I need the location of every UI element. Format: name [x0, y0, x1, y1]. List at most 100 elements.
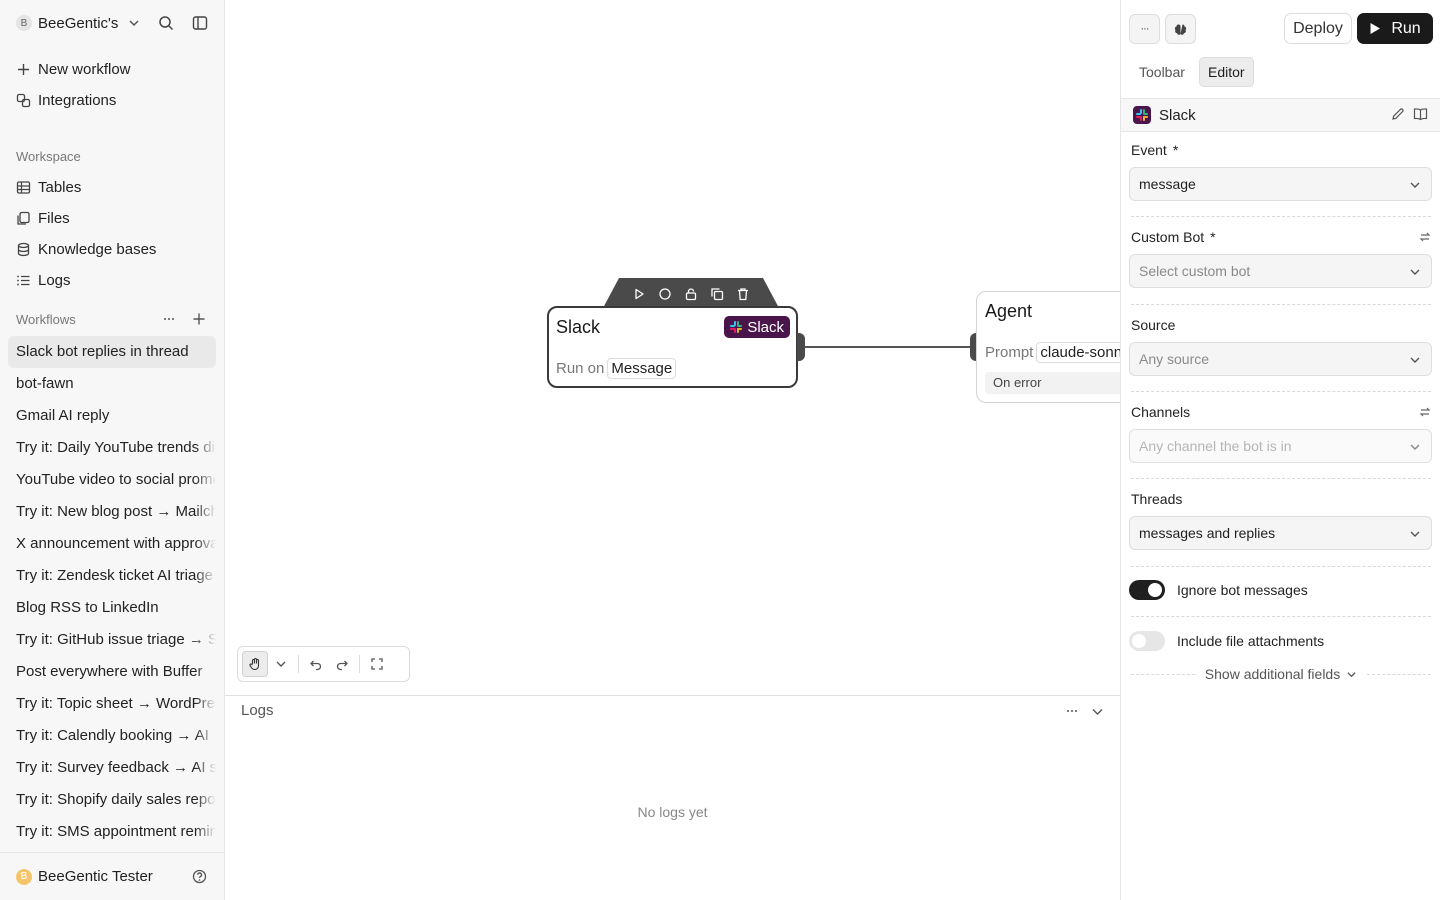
- workflow-item-active[interactable]: Slack bot replies in thread: [8, 336, 216, 368]
- workflow-item[interactable]: Try it: New blog post → Mailchimp: [8, 496, 216, 528]
- source-placeholder: Any source: [1139, 351, 1210, 367]
- sidebar-item-logs[interactable]: Logs: [16, 270, 71, 290]
- play-icon[interactable]: [632, 287, 646, 301]
- canvas-controls: [237, 646, 410, 682]
- sidebar: B BeeGentic's New workflow Integrations …: [0, 0, 225, 900]
- workflow-item[interactable]: Gmail AI reply: [8, 400, 216, 432]
- swap-mode-icon[interactable]: [1419, 406, 1431, 418]
- integrations-label: Integrations: [38, 91, 117, 109]
- agent-node[interactable]: Agent Prompt claude-sonnet On error: [976, 291, 1120, 403]
- slack-badge-label: Slack: [747, 318, 784, 336]
- help-icon[interactable]: [192, 869, 207, 884]
- duplicate-icon[interactable]: [710, 287, 724, 301]
- trash-icon[interactable]: [736, 287, 750, 301]
- workflow-item[interactable]: Try it: Zendesk ticket AI triage: [8, 560, 216, 592]
- workflow-item[interactable]: Try it: Daily YouTube trends digest: [8, 432, 216, 464]
- workflow-item[interactable]: Try it: Survey feedback → AI summary: [8, 752, 216, 784]
- logs-panel: Logs No logs yet: [225, 695, 1120, 900]
- source-label: Source: [1131, 317, 1176, 333]
- logs-title: Logs: [241, 702, 274, 719]
- add-workflow-icon[interactable]: [192, 312, 206, 326]
- book-icon[interactable]: [1413, 107, 1428, 121]
- custom-bot-select[interactable]: Select custom bot: [1129, 254, 1432, 288]
- toggle-enabled-icon[interactable]: [658, 287, 672, 301]
- workflow-item[interactable]: Blog RSS to LinkedIn: [8, 592, 216, 624]
- hand-tool-icon[interactable]: [242, 651, 268, 677]
- sidebar-item-files[interactable]: Files: [16, 208, 70, 228]
- slack-logo-icon: [730, 321, 743, 333]
- workflow-item[interactable]: bot-fawn: [8, 368, 216, 400]
- user-menu[interactable]: B BeeGentic Tester: [0, 852, 224, 900]
- channels-placeholder: Any channel the bot is in: [1139, 438, 1292, 454]
- output-handle[interactable]: [797, 333, 805, 361]
- tab-editor[interactable]: Editor: [1199, 57, 1254, 87]
- undo-icon[interactable]: [303, 651, 329, 677]
- search-icon[interactable]: [158, 15, 174, 31]
- integrations-link[interactable]: Integrations: [16, 90, 116, 110]
- workspace-section-label: Workspace: [16, 149, 81, 164]
- redo-icon[interactable]: [329, 651, 355, 677]
- show-additional-fields-button[interactable]: Show additional fields: [1131, 664, 1432, 684]
- threads-select[interactable]: messages and replies: [1129, 516, 1432, 550]
- more-horizontal-icon: ···: [1140, 23, 1150, 35]
- sidebar-item-tables[interactable]: Tables: [16, 177, 81, 197]
- copilot-button[interactable]: [1165, 14, 1196, 44]
- collapse-logs-chevron-icon[interactable]: [1091, 705, 1104, 718]
- workflow-item[interactable]: YouTube video to social promo: [8, 464, 216, 496]
- sidebar-item-knowledge-bases[interactable]: Knowledge bases: [16, 239, 156, 259]
- block-header: Slack: [1121, 98, 1440, 132]
- workflow-item[interactable]: Post everywhere with Buffer: [8, 656, 216, 688]
- workflow-canvas[interactable]: Slack Slack Run on Message Agent Prompt …: [225, 0, 1120, 695]
- show-additional-fields-label: Show additional fields: [1204, 666, 1341, 682]
- more-horizontal-icon[interactable]: [162, 312, 176, 326]
- slack-badge: Slack: [724, 316, 790, 338]
- workflow-item[interactable]: Try it: Topic sheet → WordPress: [8, 688, 216, 720]
- toggle-sidebar-icon[interactable]: [192, 15, 208, 31]
- workflow-item[interactable]: Try it: SMS appointment reminder: [8, 816, 216, 848]
- node-title: Agent: [985, 301, 1033, 321]
- user-name: BeeGentic Tester: [38, 868, 153, 885]
- sidebar-item-label: Logs: [38, 271, 71, 289]
- lock-icon[interactable]: [684, 287, 698, 301]
- connection-edge[interactable]: [800, 346, 975, 348]
- divider: [1131, 304, 1431, 305]
- swap-mode-icon[interactable]: [1419, 231, 1431, 243]
- editor-panel: ··· Deploy Run Toolbar Editor Slack Even…: [1120, 0, 1440, 900]
- event-select[interactable]: message: [1129, 167, 1432, 201]
- divider: [359, 655, 360, 673]
- chevron-down-icon: [128, 17, 140, 29]
- slack-trigger-node[interactable]: Slack Slack Run on Message: [547, 306, 798, 388]
- custom-bot-placeholder: Select custom bot: [1139, 263, 1251, 279]
- chevron-down-icon: [1410, 269, 1420, 275]
- include-file-attachments-toggle[interactable]: [1129, 631, 1165, 651]
- threads-label: Threads: [1131, 491, 1183, 507]
- integrations-icon: [16, 93, 31, 107]
- ignore-bot-messages-toggle[interactable]: [1129, 580, 1165, 600]
- workflow-item[interactable]: Try it: GitHub issue triage → Slack: [8, 624, 216, 656]
- workflow-item[interactable]: X announcement with approval: [8, 528, 216, 560]
- logs-more-icon[interactable]: [1065, 704, 1079, 718]
- workflow-item[interactable]: Try it: Calendly booking → AI: [8, 720, 216, 752]
- source-select[interactable]: Any source: [1129, 342, 1432, 376]
- event-value: message: [1139, 176, 1196, 192]
- table-icon: [16, 180, 31, 194]
- run-button-label: Run: [1391, 19, 1421, 37]
- run-button[interactable]: Run: [1357, 13, 1433, 44]
- workspace-switcher[interactable]: B BeeGentic's: [16, 13, 216, 33]
- play-icon: [1370, 23, 1381, 34]
- workspace-name: BeeGentic's: [38, 14, 119, 32]
- tab-toolbar[interactable]: Toolbar: [1130, 57, 1194, 87]
- workflows-section-label: Workflows: [16, 312, 76, 327]
- pencil-icon[interactable]: [1391, 107, 1405, 121]
- tool-dropdown-chevron-icon[interactable]: [268, 651, 294, 677]
- logs-empty-state: No logs yet: [637, 804, 708, 820]
- new-workflow-button[interactable]: New workflow: [16, 59, 131, 79]
- sidebar-item-label: Files: [38, 209, 70, 227]
- divider: [1131, 216, 1431, 217]
- fit-view-icon[interactable]: [364, 651, 390, 677]
- deploy-button[interactable]: Deploy: [1284, 13, 1352, 44]
- files-icon: [17, 211, 30, 225]
- more-options-button[interactable]: ···: [1129, 14, 1160, 44]
- channels-select[interactable]: Any channel the bot is in: [1129, 429, 1432, 463]
- workflow-item[interactable]: Try it: Shopify daily sales report: [8, 784, 216, 816]
